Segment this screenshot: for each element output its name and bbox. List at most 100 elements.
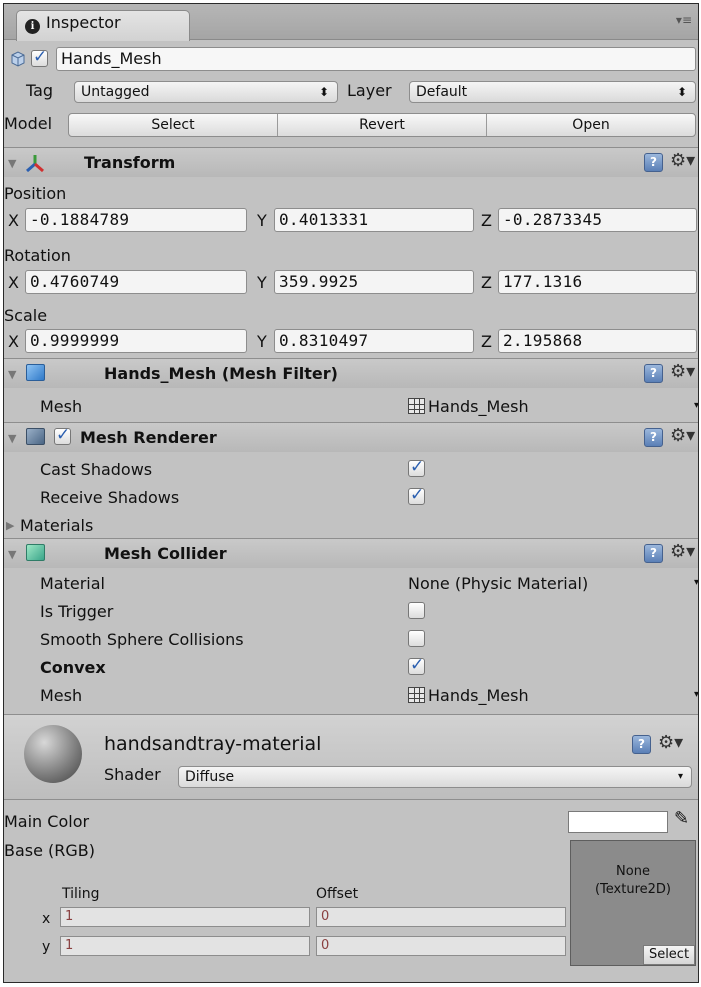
offset-y-field[interactable]: 0 <box>316 936 566 956</box>
gear-icon[interactable]: ⚙▾ <box>658 732 683 753</box>
help-icon[interactable]: ? <box>644 153 663 172</box>
gear-icon[interactable]: ⚙▾ <box>670 150 695 171</box>
component-enabled-checkbox[interactable] <box>54 425 71 445</box>
dropdown-arrow-icon[interactable]: ▾ <box>694 689 698 700</box>
mesh-renderer-header[interactable]: ▼ Mesh Renderer ? ⚙▾ <box>4 422 698 452</box>
materials-foldout-label[interactable]: Materials <box>20 516 93 535</box>
mesh-collider-title: Mesh Collider <box>104 544 227 563</box>
axis-x-label: X <box>8 332 19 351</box>
foldout-open-icon[interactable]: ▼ <box>8 368 16 381</box>
gear-icon[interactable]: ⚙▾ <box>670 541 695 562</box>
rotation-x-field[interactable]: 0.4760749 <box>25 270 247 294</box>
collider-mesh-value[interactable]: Hands_Mesh <box>428 686 529 705</box>
foldout-open-icon[interactable]: ▼ <box>8 432 16 445</box>
mesh-icon <box>408 687 425 703</box>
mesh-renderer-title: Mesh Renderer <box>80 428 217 447</box>
foldout-closed-icon[interactable]: ▶ <box>6 519 14 532</box>
tab-strip: i Inspector ▾≡ <box>4 4 698 41</box>
axis-y-label: Y <box>257 332 267 351</box>
help-icon[interactable]: ? <box>644 364 663 383</box>
smooth-sphere-label: Smooth Sphere Collisions <box>40 630 244 649</box>
help-icon[interactable]: ? <box>644 428 663 447</box>
model-open-button[interactable]: Open <box>487 114 695 136</box>
tag-dropdown[interactable]: Untagged ⬍ <box>74 81 338 103</box>
dropdown-arrow-icon[interactable]: ▾ <box>694 400 698 411</box>
mesh-collider-header[interactable]: ▼ Mesh Collider ? ⚙▾ <box>4 538 698 568</box>
axis-z-label: Z <box>481 273 492 292</box>
help-icon[interactable]: ? <box>644 544 663 563</box>
cast-shadows-checkbox[interactable] <box>408 457 425 477</box>
layer-value: Default <box>416 84 468 100</box>
foldout-open-icon[interactable]: ▼ <box>8 157 16 170</box>
transform-title: Transform <box>84 153 176 172</box>
tab-label: Inspector <box>46 13 121 32</box>
transform-header[interactable]: ▼ Transform ? ⚙▾ <box>4 147 698 177</box>
gear-icon[interactable]: ⚙▾ <box>670 361 695 382</box>
gear-icon[interactable]: ⚙▾ <box>670 425 695 446</box>
rotation-label: Rotation <box>4 246 71 265</box>
mesh-renderer-icon <box>26 428 45 445</box>
shader-value: Diffuse <box>185 769 235 785</box>
active-checkbox[interactable] <box>31 47 48 67</box>
receive-shadows-label: Receive Shadows <box>40 488 180 507</box>
convex-checkbox[interactable] <box>408 655 425 675</box>
main-color-swatch[interactable] <box>568 811 668 833</box>
eyedropper-icon[interactable]: ✎ <box>674 808 689 829</box>
receive-shadows-checkbox[interactable] <box>408 485 425 505</box>
model-revert-button[interactable]: Revert <box>278 114 487 136</box>
position-label: Position <box>4 184 67 203</box>
collider-material-value[interactable]: None (Physic Material) <box>408 574 588 593</box>
mesh-label: Mesh <box>40 397 83 416</box>
rotation-z-field[interactable]: 177.1316 <box>498 270 697 294</box>
mesh-filter-header[interactable]: ▼ Hands_Mesh (Mesh Filter) ? ⚙▾ <box>4 358 698 388</box>
dropdown-arrow-icon[interactable]: ▾ <box>694 577 698 588</box>
texture-slot[interactable]: None (Texture2D) Select <box>570 840 696 966</box>
axis-y-label: Y <box>257 211 267 230</box>
mesh-filter-value[interactable]: Hands_Mesh <box>428 397 529 416</box>
tag-label: Tag <box>26 81 54 100</box>
mesh-collider-icon <box>26 544 45 561</box>
offset-x-field[interactable]: 0 <box>316 907 566 927</box>
main-color-label: Main Color <box>4 812 90 831</box>
transform-icon <box>26 155 44 173</box>
help-icon[interactable]: ? <box>632 735 651 754</box>
mesh-icon <box>408 398 425 414</box>
scale-z-field[interactable]: 2.195868 <box>498 329 697 353</box>
collider-mesh-label: Mesh <box>40 686 83 705</box>
updown-icon: ⬍ <box>676 85 687 99</box>
axis-z-label: Z <box>481 211 492 230</box>
scale-x-field[interactable]: 0.9999999 <box>25 329 247 353</box>
tab-inspector[interactable]: i Inspector <box>16 10 190 41</box>
foldout-open-icon[interactable]: ▼ <box>8 548 16 561</box>
layer-dropdown[interactable]: Default ⬍ <box>409 81 696 103</box>
scale-y-field[interactable]: 0.8310497 <box>274 329 474 353</box>
position-z-field[interactable]: -0.2873345 <box>498 208 697 232</box>
object-name-field[interactable]: Hands_Mesh <box>56 47 696 71</box>
material-header: handsandtray-material Shader Diffuse ▾ ?… <box>4 714 698 800</box>
dropdown-arrow-icon: ▾ <box>677 771 683 782</box>
tab-menu-icon[interactable]: ▾≡ <box>676 13 692 27</box>
position-y-field[interactable]: 0.4013331 <box>274 208 474 232</box>
rotation-y-field[interactable]: 359.9925 <box>274 270 474 294</box>
tiling-x-field[interactable]: 1 <box>60 907 310 927</box>
model-select-button[interactable]: Select <box>69 114 278 136</box>
cast-shadows-label: Cast Shadows <box>40 460 153 479</box>
axis-x-label: X <box>8 211 19 230</box>
is-trigger-label: Is Trigger <box>40 602 114 621</box>
layer-label: Layer <box>347 81 392 100</box>
shader-dropdown[interactable]: Diffuse ▾ <box>178 766 692 788</box>
mesh-filter-title: Hands_Mesh (Mesh Filter) <box>104 364 338 383</box>
is-trigger-checkbox[interactable] <box>408 602 425 619</box>
position-x-field[interactable]: -0.1884789 <box>25 208 247 232</box>
collider-material-label: Material <box>40 574 105 593</box>
axis-z-label: Z <box>481 332 492 351</box>
shader-label: Shader <box>104 765 161 784</box>
smooth-sphere-checkbox[interactable] <box>408 630 425 647</box>
tiling-y-field[interactable]: 1 <box>60 936 310 956</box>
tiling-x-axis-label: x <box>42 911 51 927</box>
info-icon: i <box>25 19 40 34</box>
tag-value: Untagged <box>81 84 150 100</box>
base-rgb-label: Base (RGB) <box>4 841 96 860</box>
model-label: Model <box>4 114 53 133</box>
texture-select-button[interactable]: Select <box>643 945 695 965</box>
